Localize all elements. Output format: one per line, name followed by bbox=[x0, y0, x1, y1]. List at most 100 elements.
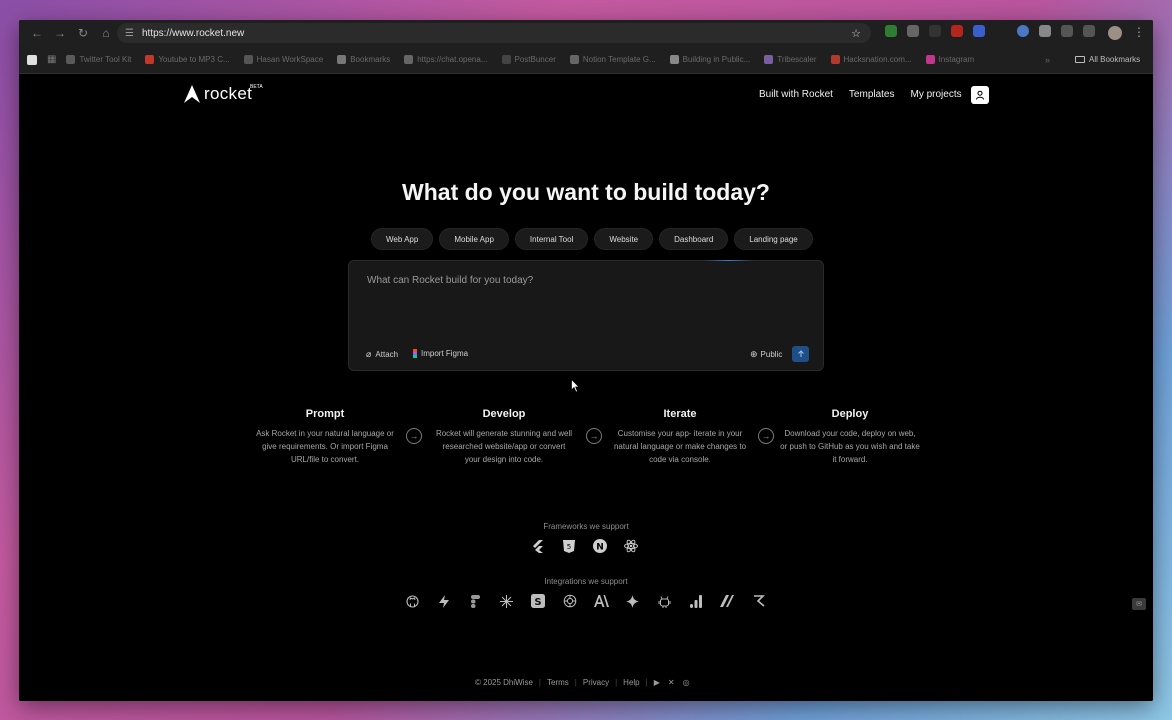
arrow-right-icon: → bbox=[758, 428, 774, 444]
chip-landing-page[interactable]: Landing page bbox=[734, 228, 813, 250]
send-button[interactable] bbox=[792, 346, 809, 362]
extension-dark-icon[interactable] bbox=[929, 25, 941, 37]
bookmark-favicon-icon bbox=[243, 55, 253, 64]
bookmark-label: Notion Template G... bbox=[582, 55, 656, 64]
x-twitter-icon[interactable]: ✕ bbox=[668, 678, 675, 687]
import-figma-label: Import Figma bbox=[421, 349, 469, 358]
bookmark-favicon-icon bbox=[569, 55, 579, 64]
extension-circle-icon[interactable] bbox=[1017, 25, 1029, 37]
bookmark-square-icon[interactable] bbox=[27, 54, 37, 65]
bookmark-favicon-icon bbox=[337, 55, 347, 64]
gemini-icon bbox=[625, 593, 641, 609]
visibility-toggle[interactable]: ⊕ Public bbox=[750, 349, 782, 360]
nav-built-with-rocket[interactable]: Built with Rocket bbox=[759, 89, 833, 100]
all-bookmarks-label: All Bookmarks bbox=[1089, 55, 1141, 64]
arrow-up-icon bbox=[797, 350, 804, 357]
visibility-label: Public bbox=[760, 350, 783, 359]
bookmark-favicon-icon bbox=[925, 55, 935, 64]
anthropic-icon bbox=[593, 593, 609, 609]
discord-icon[interactable]: ◎ bbox=[683, 678, 690, 687]
chip-website[interactable]: Website bbox=[594, 228, 654, 250]
attach-button[interactable]: ⌀ Attach bbox=[366, 349, 398, 360]
extension-window-icon[interactable] bbox=[1083, 25, 1095, 37]
mouse-cursor-icon bbox=[571, 379, 580, 393]
bookmark-label: Twitter Tool Kit bbox=[79, 55, 132, 64]
bookmark-item[interactable]: Youtube to MP3 C... bbox=[145, 55, 230, 64]
bookmark-star-icon[interactable]: ☆ bbox=[851, 27, 861, 40]
nav-templates[interactable]: Templates bbox=[849, 89, 895, 100]
prompt-box: ⌀ Attach Import Figma ⊕ Public bbox=[348, 260, 824, 371]
browser-menu-icon[interactable]: ⋮ bbox=[1133, 25, 1145, 39]
footer-help-link[interactable]: Help bbox=[623, 678, 639, 687]
bookmark-item[interactable]: Hasan WorkSpace bbox=[243, 55, 324, 64]
bookmark-item[interactable]: PostBuncer bbox=[501, 55, 556, 64]
svg-text:5: 5 bbox=[567, 543, 571, 551]
figma-icon bbox=[467, 593, 483, 609]
bookmark-item[interactable]: Building in Public... bbox=[669, 55, 750, 64]
bookmark-favicon-icon bbox=[764, 55, 774, 64]
frameworks-row: 5 N bbox=[530, 538, 639, 554]
bookmark-favicon-icon bbox=[501, 55, 511, 64]
react-icon bbox=[623, 538, 639, 554]
extension-green-icon[interactable] bbox=[885, 25, 897, 37]
site-settings-icon[interactable]: ☰ bbox=[125, 28, 134, 39]
step-develop: Develop Rocket will generate stunning an… bbox=[434, 408, 574, 466]
chip-mobile-app[interactable]: Mobile App bbox=[439, 228, 509, 250]
step-description: Customise your app- iterate in your natu… bbox=[613, 429, 747, 464]
extension-spacer bbox=[995, 25, 1007, 37]
bookmark-label: Hacksnation.com... bbox=[843, 55, 912, 64]
user-account-button[interactable] bbox=[971, 86, 989, 104]
bookmark-item[interactable]: Hacksnation.com... bbox=[830, 55, 912, 64]
home-icon[interactable]: ⌂ bbox=[98, 25, 114, 41]
mailchimp-icon bbox=[719, 593, 735, 609]
bookmark-favicon-icon bbox=[830, 55, 840, 64]
flutter-icon bbox=[530, 538, 546, 554]
bookmarks-overflow-icon[interactable]: » bbox=[1045, 55, 1050, 65]
step-title: Deploy bbox=[831, 408, 869, 420]
android-icon bbox=[656, 593, 672, 609]
bookmark-item[interactable]: Notion Template G... bbox=[569, 55, 656, 64]
rocket-logo[interactable]: rocket BETA bbox=[182, 84, 263, 104]
footer-divider: | bbox=[615, 678, 618, 687]
bookmark-item[interactable]: Instagram bbox=[925, 55, 974, 64]
prompt-glow bbox=[704, 260, 754, 261]
footer-terms-link[interactable]: Terms bbox=[547, 678, 569, 687]
import-figma-button[interactable]: Import Figma bbox=[413, 349, 468, 358]
address-bar[interactable]: ☰ https://www.rocket.new ☆ bbox=[117, 23, 871, 43]
perplexity-icon bbox=[499, 593, 515, 609]
apps-grid-icon[interactable]: ▦ bbox=[47, 54, 56, 65]
chip-dashboard[interactable]: Dashboard bbox=[659, 228, 729, 250]
chip-internal-tool[interactable]: Internal Tool bbox=[514, 228, 589, 250]
nav-my-projects[interactable]: My projects bbox=[911, 89, 962, 100]
bookmark-item[interactable]: Tribescaler bbox=[764, 55, 817, 64]
chat-widget-icon[interactable]: ✉ bbox=[1132, 598, 1146, 610]
bookmark-item[interactable]: Bookmarks bbox=[337, 55, 390, 64]
profile-avatar-icon[interactable] bbox=[1108, 26, 1122, 40]
extension-puzzle-icon[interactable] bbox=[1061, 25, 1073, 37]
footer-divider: | bbox=[574, 678, 577, 687]
bookmark-item[interactable]: https://chat.opena... bbox=[404, 55, 488, 64]
step-title: Develop bbox=[482, 408, 526, 420]
extension-cube-icon[interactable] bbox=[1039, 25, 1051, 37]
nextjs-icon: N bbox=[592, 538, 608, 554]
bookmark-label: Hasan WorkSpace bbox=[256, 55, 324, 64]
extension-blue-icon[interactable] bbox=[973, 25, 985, 37]
chip-web-app[interactable]: Web App bbox=[371, 228, 434, 250]
forward-icon[interactable]: → bbox=[52, 25, 68, 41]
extension-pen-icon[interactable] bbox=[907, 25, 919, 37]
back-icon[interactable]: ← bbox=[29, 25, 45, 41]
brand-name: rocket bbox=[204, 84, 253, 103]
reload-icon[interactable]: ↻ bbox=[75, 25, 91, 41]
all-bookmarks-button[interactable]: All Bookmarks bbox=[1075, 55, 1140, 64]
bookmark-item[interactable]: Twitter Tool Kit bbox=[66, 55, 131, 64]
resend-icon bbox=[751, 593, 767, 609]
bookmark-favicon-icon bbox=[669, 55, 679, 64]
footer-privacy-link[interactable]: Privacy bbox=[583, 678, 609, 687]
address-url[interactable]: https://www.rocket.new bbox=[142, 28, 244, 39]
youtube-icon[interactable]: ▶ bbox=[654, 678, 660, 687]
step-description: Download your code, deploy on web, or pu… bbox=[780, 429, 920, 464]
extension-red-icon[interactable] bbox=[951, 25, 963, 37]
prompt-input[interactable] bbox=[367, 275, 807, 286]
page-title: What do you want to build today? bbox=[402, 179, 770, 205]
supabase-icon bbox=[436, 593, 452, 609]
